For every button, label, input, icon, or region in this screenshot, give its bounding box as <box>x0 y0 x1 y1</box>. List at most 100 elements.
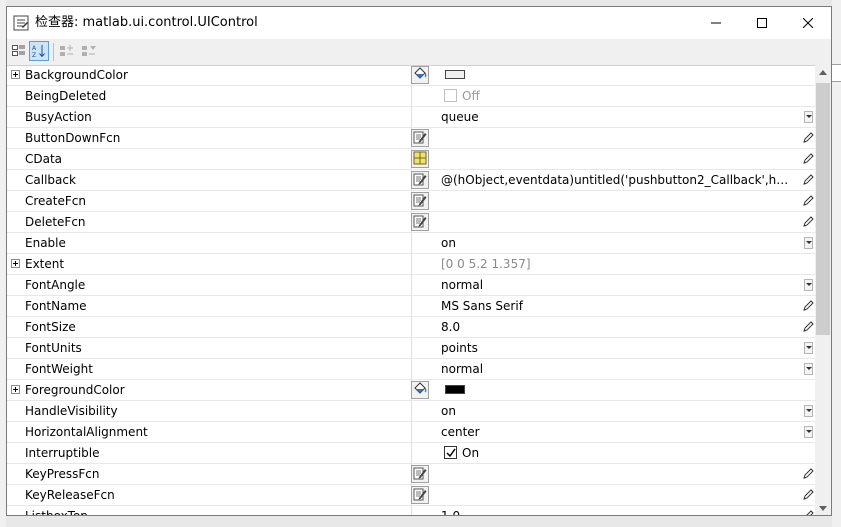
scroll-up-icon[interactable] <box>819 70 827 75</box>
property-value[interactable]: center <box>441 422 791 442</box>
color-swatch[interactable] <box>445 385 465 394</box>
grid-editor-button[interactable] <box>411 150 429 168</box>
callback-editor-button[interactable] <box>411 129 429 147</box>
property-row-fontname[interactable]: FontName MS Sans Serif <box>7 296 815 317</box>
edit-pencil-icon[interactable] <box>803 153 814 165</box>
edit-pencil-icon[interactable] <box>803 510 814 516</box>
svg-text:Z: Z <box>32 52 36 58</box>
callback-editor-button[interactable] <box>411 192 429 210</box>
callback-editor-button[interactable] <box>411 171 429 189</box>
edit-pencil-icon[interactable] <box>803 195 814 207</box>
collapse-all-button[interactable] <box>79 41 99 61</box>
property-row-deletefcn[interactable]: DeleteFcn <box>7 212 815 233</box>
callback-editor-button[interactable] <box>411 486 429 504</box>
dropdown-arrow-icon[interactable] <box>804 405 813 417</box>
paint-bucket-button[interactable] <box>411 66 429 84</box>
property-checkbox[interactable] <box>444 446 457 459</box>
svg-text:A: A <box>32 45 37 52</box>
edit-pencil-icon[interactable] <box>803 468 814 480</box>
expand-all-button[interactable] <box>57 41 77 61</box>
dropdown-arrow-icon[interactable] <box>804 342 813 354</box>
callback-editor-button[interactable] <box>411 465 429 483</box>
property-name: DeleteFcn <box>24 212 412 232</box>
property-row-listboxtop[interactable]: ListboxTop 1.0 <box>7 506 815 516</box>
property-row-foregroundcolor[interactable]: ForegroundColor <box>7 380 815 401</box>
property-row-handlevisibility[interactable]: HandleVisibility on <box>7 401 815 422</box>
property-value[interactable] <box>441 212 791 232</box>
property-value[interactable]: normal <box>441 275 791 295</box>
property-value[interactable]: 1.0 <box>441 506 791 515</box>
property-row-horizontalalignment[interactable]: HorizontalAlignment center <box>7 422 815 443</box>
property-value[interactable] <box>441 191 791 211</box>
property-grid-scrollbar[interactable] <box>815 65 831 515</box>
property-value[interactable]: queue <box>441 107 791 127</box>
maximize-button[interactable] <box>739 7 785 39</box>
property-row-buttondownfcn[interactable]: ButtonDownFcn <box>7 128 815 149</box>
dropdown-arrow-icon[interactable] <box>804 426 813 438</box>
property-value[interactable] <box>441 464 791 484</box>
callback-editor-button[interactable] <box>411 213 429 231</box>
minimize-button[interactable] <box>693 7 739 39</box>
dropdown-arrow-icon[interactable] <box>804 237 813 249</box>
property-name: FontWeight <box>24 359 412 379</box>
property-name: Extent <box>24 254 412 274</box>
property-value[interactable] <box>441 128 791 148</box>
property-row-fontangle[interactable]: FontAngle normal <box>7 275 815 296</box>
alphabetical-view-button[interactable]: A Z <box>29 41 49 61</box>
scroll-down-icon[interactable] <box>819 506 827 511</box>
property-row-fontsize[interactable]: FontSize 8.0 <box>7 317 815 338</box>
property-name: CreateFcn <box>24 191 412 211</box>
property-value[interactable]: on <box>441 233 791 253</box>
property-checkbox <box>444 89 457 102</box>
inspector-toolbar: A Z <box>7 39 831 66</box>
property-row-createfcn[interactable]: CreateFcn <box>7 191 815 212</box>
property-name: FontUnits <box>24 338 412 358</box>
property-value[interactable]: normal <box>441 359 791 379</box>
scrollbar-thumb[interactable] <box>816 83 830 335</box>
property-value[interactable]: 8.0 <box>441 317 791 337</box>
expand-icon[interactable] <box>11 385 20 394</box>
property-name: KeyPressFcn <box>24 464 412 484</box>
edit-pencil-icon[interactable] <box>803 216 814 228</box>
property-row-extent[interactable]: Extent [0 0 5.2 1.357] <box>7 254 815 275</box>
property-row-fontunits[interactable]: FontUnits points <box>7 338 815 359</box>
dropdown-arrow-icon[interactable] <box>804 363 813 375</box>
property-value[interactable] <box>441 149 791 169</box>
property-row-cdata[interactable]: CData <box>7 149 815 170</box>
property-row-busyaction[interactable]: BusyAction queue <box>7 107 815 128</box>
property-row-interruptible[interactable]: Interruptible On <box>7 443 815 464</box>
dropdown-arrow-icon[interactable] <box>804 279 813 291</box>
property-row-keyreleasefcn[interactable]: KeyReleaseFcn <box>7 485 815 506</box>
callback-editor-icon <box>413 172 427 189</box>
property-row-backgroundcolor[interactable]: BackgroundColor <box>7 65 815 86</box>
property-value[interactable]: @(hObject,eventdata)untitled('pushbutton… <box>441 170 791 190</box>
property-value[interactable]: MS Sans Serif <box>441 296 791 316</box>
property-value[interactable]: on <box>441 401 791 421</box>
paint-bucket-button[interactable] <box>411 381 429 399</box>
color-swatch[interactable] <box>445 70 465 79</box>
expand-icon[interactable] <box>11 259 20 268</box>
close-button[interactable] <box>785 7 831 39</box>
property-row-enable[interactable]: Enable on <box>7 233 815 254</box>
property-row-callback[interactable]: Callback @(hObject,eventdata)untitled('pu… <box>7 170 815 191</box>
edit-pencil-icon[interactable] <box>803 300 814 312</box>
dropdown-arrow-icon[interactable] <box>804 111 813 123</box>
title-bar[interactable]: 检查器: matlab.ui.control.UIControl <box>7 7 831 39</box>
close-icon <box>803 18 813 28</box>
edit-pencil-icon[interactable] <box>803 174 814 186</box>
edit-pencil-icon[interactable] <box>803 132 814 144</box>
property-name: CData <box>24 149 412 169</box>
edit-pencil-icon[interactable] <box>803 321 814 333</box>
property-name: ForegroundColor <box>24 380 412 400</box>
property-value[interactable]: points <box>441 338 791 358</box>
property-value[interactable] <box>441 485 791 505</box>
property-row-fontweight[interactable]: FontWeight normal <box>7 359 815 380</box>
edit-pencil-icon[interactable] <box>803 489 814 501</box>
expand-icon[interactable] <box>11 70 20 79</box>
categorized-view-button[interactable] <box>9 41 29 61</box>
property-row-beingdeleted[interactable]: BeingDeleted Off <box>7 86 815 107</box>
toolbar-separator <box>53 43 54 61</box>
expand-all-icon <box>60 45 73 56</box>
property-row-keypressfcn[interactable]: KeyPressFcn <box>7 464 815 485</box>
property-name: ListboxTop <box>24 506 412 515</box>
